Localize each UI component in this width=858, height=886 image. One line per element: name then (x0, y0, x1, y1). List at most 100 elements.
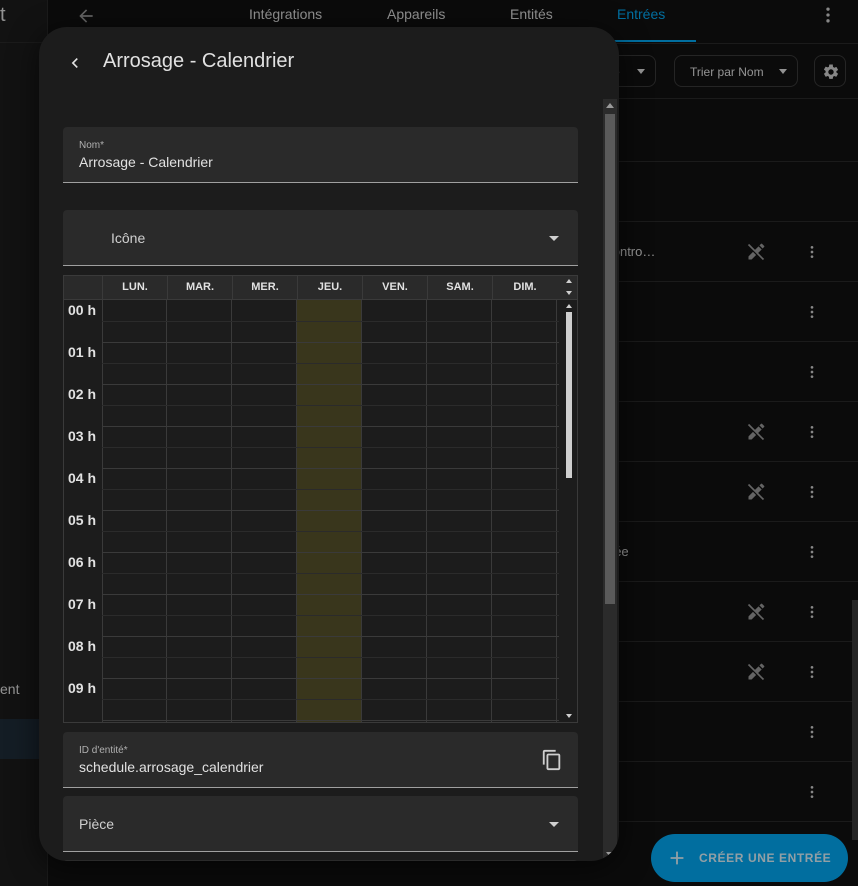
scroll-up-icon[interactable] (606, 103, 614, 108)
grid-half-hour-line (102, 573, 559, 574)
day-header: DIM. (492, 276, 557, 300)
name-field[interactable]: Nom* Arrosage - Calendrier (63, 127, 578, 183)
grid-hour-line (102, 720, 559, 721)
more-vert-icon[interactable] (804, 482, 820, 502)
schedule-header: LUN. MAR. MER. JEU. VEN. SAM. DIM. (64, 276, 577, 300)
grid-hour-line (102, 468, 559, 469)
pencil-off-icon (747, 663, 765, 681)
sidebar-item-selected[interactable] (0, 719, 40, 759)
create-helper-label: CRÉER UNE ENTRÉE (699, 851, 832, 865)
scroll-down-icon[interactable] (566, 714, 572, 718)
back-arrow-icon[interactable] (76, 6, 96, 26)
pencil-off-icon (747, 603, 765, 621)
grid-half-hour-line (102, 405, 559, 406)
grid-half-hour-line (102, 531, 559, 532)
hour-label: 05 h (68, 512, 97, 528)
more-vert-icon[interactable] (804, 782, 820, 802)
entity-id-text[interactable]: arrosage_calendrier (139, 759, 264, 775)
tab-helpers[interactable]: Entrées (617, 6, 665, 22)
grid-hour-line (102, 552, 559, 553)
entity-id-prefix: schedule. (79, 759, 139, 775)
settings-button[interactable] (814, 55, 846, 87)
day-header: VEN. (362, 276, 427, 300)
grid-half-hour-line (102, 699, 559, 700)
schedule-dialog: Arrosage - Calendrier Nom* Arrosage - Ca… (39, 27, 619, 861)
name-field-label: Nom* (79, 140, 105, 151)
entity-id-value[interactable]: schedule.arrosage_calendrier (79, 759, 263, 775)
sidebar-title: t (0, 4, 6, 26)
grid-hour-line (102, 342, 559, 343)
scroll-down-icon[interactable] (606, 852, 614, 857)
hour-label: 07 h (68, 596, 97, 612)
more-vert-icon[interactable] (818, 4, 838, 26)
scroll-down-icon[interactable] (566, 291, 572, 295)
day-header: MAR. (167, 276, 232, 300)
grid-hour-line (102, 678, 559, 679)
more-vert-icon[interactable] (804, 662, 820, 682)
entity-id-label: ID d'entité* (79, 745, 128, 756)
entity-id-field[interactable]: ID d'entité* schedule.arrosage_calendrie… (63, 732, 578, 788)
dropdown-arrow-icon[interactable] (549, 236, 559, 241)
hour-label: 03 h (68, 428, 97, 444)
more-vert-icon[interactable] (804, 722, 820, 742)
plus-icon (670, 851, 684, 865)
grid-hour-line (102, 426, 559, 427)
grid-hour-line (102, 594, 559, 595)
copy-icon[interactable] (541, 749, 563, 771)
pencil-off-icon (747, 483, 765, 501)
day-header: LUN. (102, 276, 167, 300)
sidebar-item-label[interactable]: ent (0, 681, 19, 697)
dropdown-arrow-icon[interactable] (549, 822, 559, 827)
dialog-scrollbar[interactable] (603, 99, 617, 861)
area-field-placeholder: Pièce (79, 816, 115, 832)
hour-label: 02 h (68, 386, 97, 402)
tab-integrations[interactable]: Intégrations (249, 6, 322, 22)
sort-label: Trier par Nom (690, 65, 764, 79)
more-vert-icon[interactable] (804, 242, 820, 262)
day-header: SAM. (427, 276, 492, 300)
more-vert-icon[interactable] (804, 422, 820, 442)
page-scrollbar[interactable] (852, 600, 858, 840)
more-vert-icon[interactable] (804, 362, 820, 382)
hour-label: 00 h (68, 302, 97, 318)
hour-label: 01 h (68, 344, 97, 360)
grid-half-hour-line (102, 615, 559, 616)
hour-label: 08 h (68, 638, 97, 654)
next-field[interactable] (63, 860, 578, 861)
icon-picker-placeholder: Icône (111, 230, 146, 246)
hour-label: 06 h (68, 554, 97, 570)
day-header: MER. (232, 276, 297, 300)
grid-hour-line (102, 636, 559, 637)
more-vert-icon[interactable] (804, 602, 820, 622)
icon-picker-field[interactable]: Icône (63, 210, 578, 266)
pencil-off-icon (747, 423, 765, 441)
chevron-down-icon (779, 69, 787, 74)
grid-half-hour-line (102, 657, 559, 658)
chevron-left-icon[interactable] (65, 53, 85, 73)
scroll-up-icon[interactable] (566, 304, 572, 308)
more-vert-icon[interactable] (804, 302, 820, 322)
chevron-down-icon (637, 69, 645, 74)
dialog-title: Arrosage - Calendrier (103, 50, 295, 72)
grid-hour-line (102, 510, 559, 511)
hour-label: 09 h (68, 680, 97, 696)
schedule-scroll-thumb[interactable] (566, 312, 572, 478)
grid-half-hour-line (102, 447, 559, 448)
gear-icon (823, 64, 839, 79)
more-vert-icon[interactable] (804, 542, 820, 562)
dialog-scroll-thumb[interactable] (605, 114, 615, 604)
tab-entities[interactable]: Entités (510, 6, 553, 22)
tab-devices[interactable]: Appareils (387, 6, 445, 22)
create-helper-button[interactable]: CRÉER UNE ENTRÉE (651, 834, 848, 882)
hour-label: 04 h (68, 470, 97, 486)
area-field[interactable]: Pièce (63, 796, 578, 852)
grid-half-hour-line (102, 321, 559, 322)
day-header: JEU. (297, 276, 362, 300)
scroll-up-icon[interactable] (566, 279, 572, 283)
name-field-value[interactable]: Arrosage - Calendrier (79, 154, 213, 170)
grid-hour-line (102, 384, 559, 385)
pencil-off-icon (747, 243, 765, 261)
schedule-scrollbar[interactable] (562, 276, 577, 722)
sort-chip[interactable]: Trier par Nom (674, 55, 798, 87)
schedule-grid[interactable]: LUN. MAR. MER. JEU. VEN. SAM. DIM. 00 h 01 h 02 … (63, 275, 578, 723)
